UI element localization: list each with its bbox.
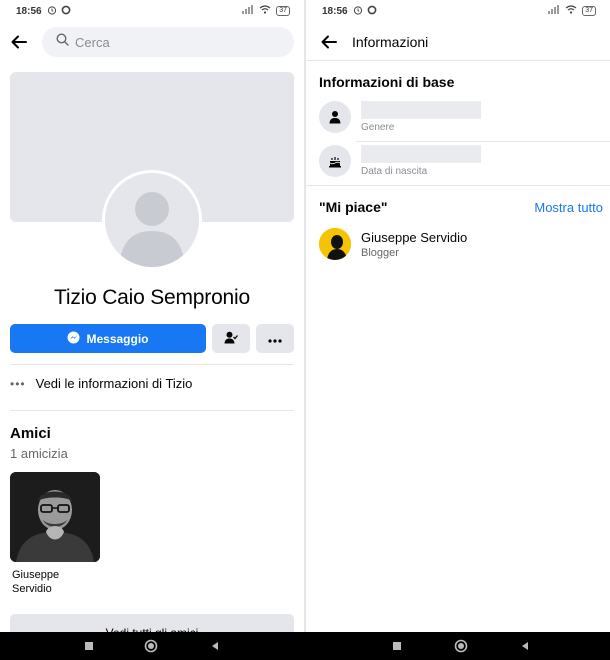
divider bbox=[306, 60, 610, 61]
status-time: 18:56 bbox=[322, 5, 348, 17]
dots-icon: ••• bbox=[10, 376, 26, 391]
see-info-label: Vedi le informazioni di Tizio bbox=[35, 376, 193, 391]
person-icon bbox=[319, 101, 351, 133]
nav-back-icon[interactable] bbox=[208, 639, 222, 653]
wifi-icon bbox=[259, 5, 271, 17]
divider bbox=[306, 185, 610, 186]
top-bar bbox=[0, 24, 304, 60]
system-nav-bar bbox=[0, 632, 610, 660]
friend-name[interactable]: Giuseppe Servidio bbox=[10, 568, 102, 596]
gender-value-placeholder bbox=[361, 101, 481, 119]
profile-actions: Messaggio bbox=[10, 324, 294, 353]
divider bbox=[10, 364, 294, 365]
default-avatar-icon bbox=[105, 173, 199, 267]
gender-row: Genere bbox=[319, 101, 609, 133]
more-icon bbox=[268, 331, 282, 346]
see-info-link[interactable]: ••• Vedi le informazioni di Tizio bbox=[10, 376, 192, 391]
battery-indicator: 37 bbox=[276, 6, 290, 16]
status-time: 18:56 bbox=[16, 5, 42, 17]
nav-recents-icon[interactable] bbox=[390, 639, 404, 653]
about-screen: 18:56 37 Informazioni Informazioni di ba… bbox=[306, 0, 610, 632]
message-button-label: Messaggio bbox=[86, 331, 149, 346]
nav-home-icon[interactable] bbox=[144, 639, 158, 653]
gender-label: Genere bbox=[361, 122, 395, 133]
status-bar: 18:56 37 bbox=[306, 0, 610, 22]
alarm-icon bbox=[353, 5, 363, 18]
status-bar: 18:56 37 bbox=[0, 0, 304, 22]
liked-page-name: Giuseppe Servidio bbox=[361, 229, 468, 245]
nav-recents-icon[interactable] bbox=[82, 639, 96, 653]
divider bbox=[356, 141, 610, 142]
nav-back-icon[interactable] bbox=[518, 639, 532, 653]
friends-title: Amici bbox=[10, 425, 51, 442]
battery-indicator: 37 bbox=[582, 6, 596, 16]
birthday-value-placeholder bbox=[361, 145, 481, 163]
birthday-cake-icon bbox=[319, 145, 351, 177]
wifi-icon bbox=[565, 5, 577, 17]
friend-last-name: Servidio bbox=[12, 583, 52, 595]
profile-screen: 18:56 37 Cerca Tizio Caio Sempronio Mess… bbox=[0, 0, 304, 632]
top-bar: Informazioni bbox=[306, 24, 610, 60]
divider bbox=[10, 410, 294, 411]
profile-picture[interactable] bbox=[102, 170, 202, 270]
liked-page-item[interactable]: Giuseppe Servidio Blogger bbox=[319, 228, 467, 260]
likes-title: "Mi piace" bbox=[319, 199, 388, 215]
friend-check-icon bbox=[224, 331, 238, 347]
friends-count: 1 amicizia bbox=[10, 446, 68, 461]
nav-home-icon[interactable] bbox=[454, 639, 468, 653]
basic-info-title: Informazioni di base bbox=[319, 74, 455, 90]
show-all-link[interactable]: Mostra tutto bbox=[534, 200, 603, 215]
message-button[interactable]: Messaggio bbox=[10, 324, 206, 353]
search-bar[interactable] bbox=[42, 27, 294, 57]
signal-icon bbox=[548, 5, 560, 17]
friend-first-name: Giuseppe bbox=[12, 569, 60, 581]
friend-photo[interactable] bbox=[10, 472, 100, 562]
back-arrow-icon[interactable] bbox=[320, 33, 338, 51]
profile-name: Tizio Caio Sempronio bbox=[54, 286, 250, 309]
page-title: Informazioni bbox=[352, 34, 429, 50]
more-options-button[interactable] bbox=[256, 324, 294, 353]
search-input[interactable] bbox=[75, 34, 275, 50]
friend-card[interactable]: Giuseppe Servidio bbox=[10, 472, 102, 596]
friends-status-button[interactable] bbox=[212, 324, 250, 353]
alarm-icon bbox=[47, 5, 57, 18]
messenger-icon bbox=[67, 331, 80, 347]
search-icon bbox=[56, 33, 69, 51]
see-all-friends-button[interactable]: Vedi tutti gli amici bbox=[10, 614, 294, 632]
app-ring-icon bbox=[61, 5, 71, 18]
app-ring-icon bbox=[367, 5, 377, 18]
back-arrow-icon[interactable] bbox=[10, 33, 28, 51]
liked-page-avatar bbox=[319, 228, 351, 260]
signal-icon bbox=[242, 5, 254, 17]
birthday-row: Data di nascita bbox=[319, 145, 609, 177]
birthday-label: Data di nascita bbox=[361, 166, 428, 177]
liked-page-category: Blogger bbox=[361, 246, 399, 259]
friend-portrait-image bbox=[10, 472, 100, 562]
